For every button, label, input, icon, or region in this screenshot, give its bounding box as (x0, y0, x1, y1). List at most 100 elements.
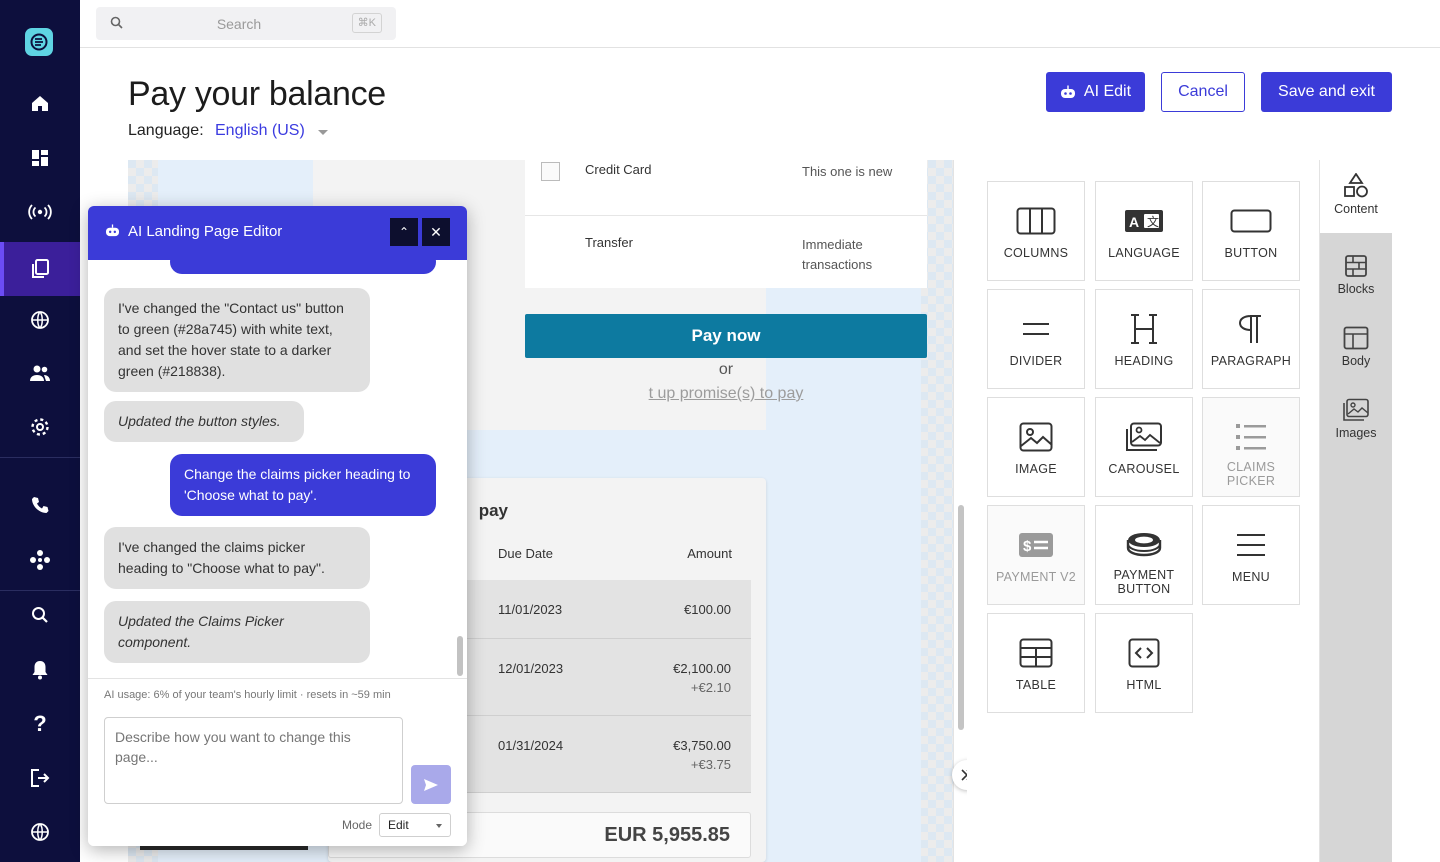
search-placeholder: Search (216, 16, 262, 32)
globe-icon (31, 311, 49, 329)
tool-columns[interactable]: COLUMNS (987, 181, 1085, 281)
nav-integrations[interactable] (0, 533, 80, 587)
payment-method-row[interactable]: Transfer Immediate transactions (525, 216, 927, 288)
tool-label: HTML (1126, 678, 1162, 692)
amount-header: Amount (687, 546, 732, 561)
phone-icon (32, 497, 49, 513)
nav-dashboard[interactable] (0, 131, 80, 185)
chat-message-status: Updated the button styles. (104, 401, 304, 442)
page-title: Pay your balance (128, 75, 386, 113)
mode-label: Mode (342, 818, 373, 832)
nav-users[interactable] (0, 346, 80, 400)
tab-content[interactable]: Content (1320, 160, 1392, 233)
cancel-button[interactable]: Cancel (1161, 72, 1245, 112)
tool-payment-button[interactable]: PAYMENT BUTTON (1095, 505, 1193, 605)
tool-table[interactable]: TABLE (987, 613, 1085, 713)
nav-logout[interactable] (0, 751, 80, 805)
carousel-icon (1126, 422, 1162, 451)
nav-help[interactable]: ? (0, 697, 80, 751)
mode-select[interactable]: Edit (379, 813, 451, 837)
shapes-icon (1344, 173, 1368, 198)
divider-icon (1023, 323, 1049, 335)
tool-carousel[interactable]: CAROUSEL (1095, 397, 1193, 497)
images-icon (1343, 398, 1369, 421)
chat-message-user-clipped (170, 260, 436, 274)
tool-label: DIVIDER (1009, 354, 1063, 368)
save-and-exit-button[interactable]: Save and exit (1261, 72, 1392, 112)
payment-methods-table: Credit Card This one is new Transfer Imm… (525, 160, 927, 288)
nav-phone[interactable] (0, 478, 80, 532)
panel-splitter[interactable] (953, 160, 967, 862)
payment-method-desc: Immediate transactions (802, 237, 873, 272)
robot-icon (106, 224, 119, 237)
chat-message-status: Updated the Claims Picker component. (104, 601, 370, 663)
pay-now-button[interactable]: Pay now (525, 314, 927, 358)
tab-images[interactable]: Images (1320, 384, 1392, 456)
canvas-scrollbar[interactable] (958, 505, 964, 730)
ai-chat-messages[interactable]: I've changed the "Contact us" button to … (88, 260, 467, 678)
nav-broadcast[interactable] (0, 185, 80, 239)
claim-amount: €2,100.00 +€2.10 (673, 661, 731, 695)
claim-due-date: 01/31/2024 (498, 738, 564, 753)
send-icon (424, 778, 438, 791)
tab-label: Images (1335, 426, 1377, 440)
chevron-down-icon[interactable] (318, 130, 328, 135)
chat-scrollbar[interactable] (455, 260, 465, 678)
tool-label: MENU (1231, 570, 1270, 584)
nav-globe[interactable] (0, 293, 80, 347)
close-icon: ✕ (430, 223, 442, 240)
nav-home[interactable] (0, 76, 80, 130)
payment-method-row[interactable]: Credit Card This one is new (525, 160, 927, 216)
tool-menu[interactable]: MENU (1202, 505, 1300, 605)
ai-editor-panel: AI Landing Page Editor ⌃ ✕ I've changed … (88, 206, 467, 846)
chat-scrollbar-thumb[interactable] (457, 636, 463, 676)
tool-label: BUTTON (1224, 246, 1278, 260)
close-button[interactable]: ✕ (422, 218, 450, 246)
ai-editor-header[interactable]: AI Landing Page Editor ⌃ ✕ (88, 206, 467, 260)
chevron-up-icon: ⌃ (398, 225, 410, 239)
table-icon (1019, 638, 1053, 668)
body-layout-icon (1343, 326, 1369, 350)
svg-text:文: 文 (1147, 214, 1159, 229)
claim-amount: €100.00 (684, 602, 731, 617)
language-select[interactable]: English (US) (215, 122, 305, 140)
tool-payment-v2[interactable]: $ PAYMENT V2 (987, 505, 1085, 605)
tool-button[interactable]: BUTTON (1202, 181, 1300, 281)
nav-search[interactable] (0, 588, 80, 642)
tool-paragraph[interactable]: PARAGRAPH (1202, 289, 1300, 389)
search-shortcut: ⌘K (351, 13, 382, 33)
code-icon (1128, 638, 1160, 668)
claim-due-date: 11/01/2023 (498, 602, 563, 617)
ai-edit-label: AI Edit (1083, 83, 1132, 100)
tool-language[interactable]: A文 LANGUAGE (1095, 181, 1193, 281)
tab-label: Content (1334, 202, 1378, 216)
tool-label: CAROUSEL (1108, 462, 1180, 476)
prompt-input[interactable] (104, 717, 403, 804)
tool-heading[interactable]: HEADING (1095, 289, 1193, 389)
tool-html[interactable]: HTML (1095, 613, 1193, 713)
editor-tabs: Content Blocks Body Images (1320, 160, 1392, 862)
nav-settings[interactable] (0, 400, 80, 454)
minimize-button[interactable]: ⌃ (390, 218, 418, 246)
send-button[interactable] (411, 765, 451, 804)
settings-icon (31, 418, 49, 436)
app-logo[interactable] (25, 28, 53, 56)
payment-method-image (541, 162, 560, 181)
promise-to-pay-link[interactable]: t up promise(s) to pay (525, 385, 927, 403)
integrations-icon (30, 550, 50, 570)
tool-image[interactable]: IMAGE (987, 397, 1085, 497)
due-date-header: Due Date (498, 546, 553, 561)
heading-icon (1131, 314, 1157, 344)
ai-usage-text: AI usage: 6% of your team's hourly limit… (104, 689, 391, 701)
nav-pages[interactable] (0, 242, 80, 296)
ai-edit-button[interactable]: AI Edit (1046, 72, 1145, 112)
chat-message-assistant: I've changed the "Contact us" button to … (104, 288, 370, 392)
global-search[interactable]: Search ⌘K (96, 7, 396, 40)
tab-label: Body (1341, 354, 1371, 368)
nav-language[interactable] (0, 805, 80, 859)
tool-claims-picker[interactable]: CLAIMS PICKER (1202, 397, 1300, 497)
tab-blocks[interactable]: Blocks (1320, 240, 1392, 312)
tab-body[interactable]: Body (1320, 312, 1392, 384)
tool-divider[interactable]: DIVIDER (987, 289, 1085, 389)
nav-notifications[interactable] (0, 643, 80, 697)
